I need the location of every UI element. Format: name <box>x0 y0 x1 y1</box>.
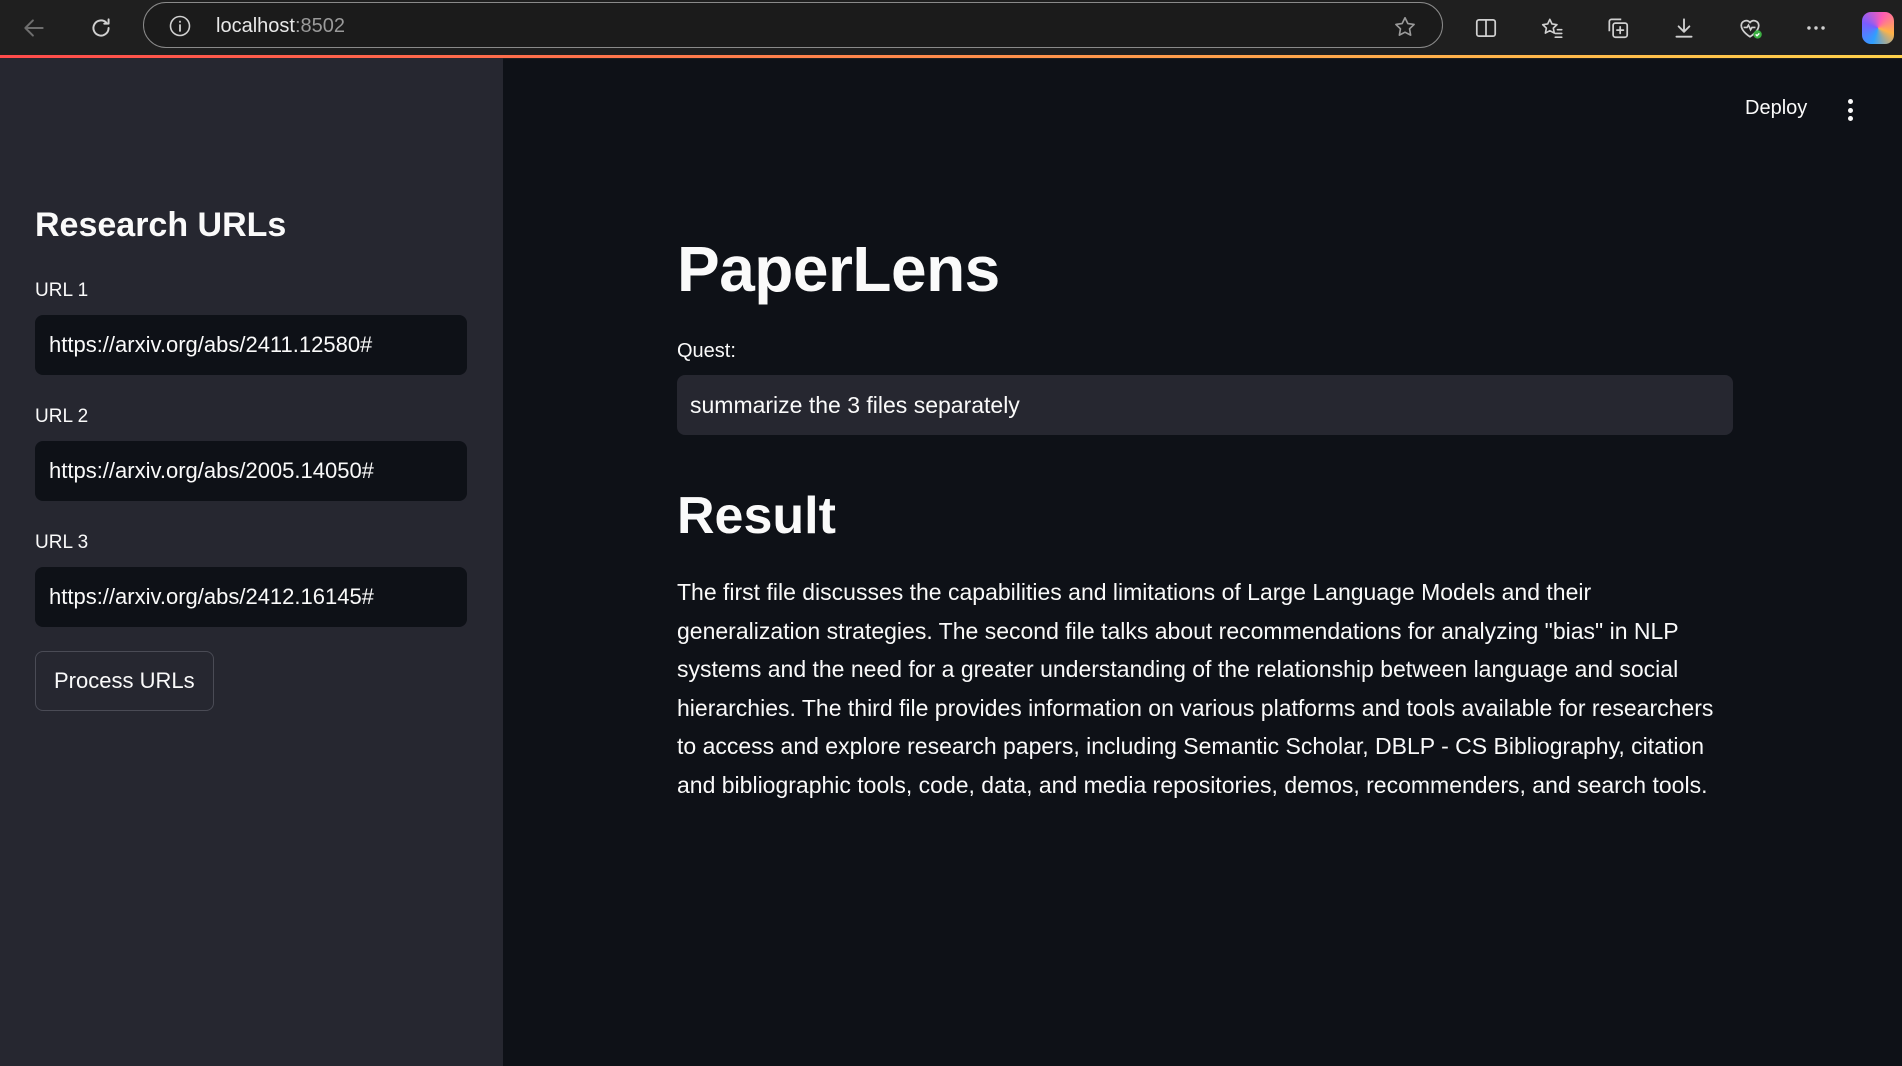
deploy-button[interactable]: Deploy <box>1745 97 1807 120</box>
browser-toolbar: localhost:8502 <box>0 0 1902 59</box>
split-screen-icon[interactable] <box>1466 8 1506 48</box>
collections-icon[interactable] <box>1598 8 1638 48</box>
quest-input[interactable] <box>677 375 1733 435</box>
favorites-icon[interactable] <box>1532 8 1572 48</box>
main-menu-icon[interactable] <box>1840 96 1860 124</box>
result-text: The first file discusses the capabilitie… <box>677 579 1714 798</box>
url-2-input[interactable] <box>35 441 467 501</box>
browser-essentials-icon[interactable] <box>1730 8 1770 48</box>
page-title: PaperLens <box>677 233 1000 305</box>
sidebar-title: Research URLs <box>35 206 287 244</box>
favorite-star-icon[interactable] <box>1392 14 1418 45</box>
url-port: :8502 <box>294 15 345 37</box>
url-host: localhost <box>216 15 295 37</box>
url-3-label: URL 3 <box>35 532 89 553</box>
url-3-input[interactable] <box>35 567 467 627</box>
url-1-input[interactable] <box>35 315 467 375</box>
url-text: localhost:8502 <box>216 15 345 38</box>
copilot-icon[interactable] <box>1862 12 1894 44</box>
url-1-label: URL 1 <box>35 280 89 301</box>
url-2-label: URL 2 <box>35 406 89 427</box>
result-heading: Result <box>677 487 836 545</box>
downloads-icon[interactable] <box>1664 8 1704 48</box>
more-options-icon[interactable] <box>1796 8 1836 48</box>
process-urls-button[interactable]: Process URLs <box>35 651 214 711</box>
address-bar[interactable]: localhost:8502 <box>143 2 1443 48</box>
back-arrow-icon[interactable] <box>14 8 54 48</box>
quest-label: Quest: <box>677 340 736 362</box>
reload-icon[interactable] <box>81 8 121 48</box>
sidebar: Research URLs URL 1 URL 2 URL 3 Process … <box>0 58 503 1066</box>
site-info-icon[interactable] <box>168 14 192 43</box>
